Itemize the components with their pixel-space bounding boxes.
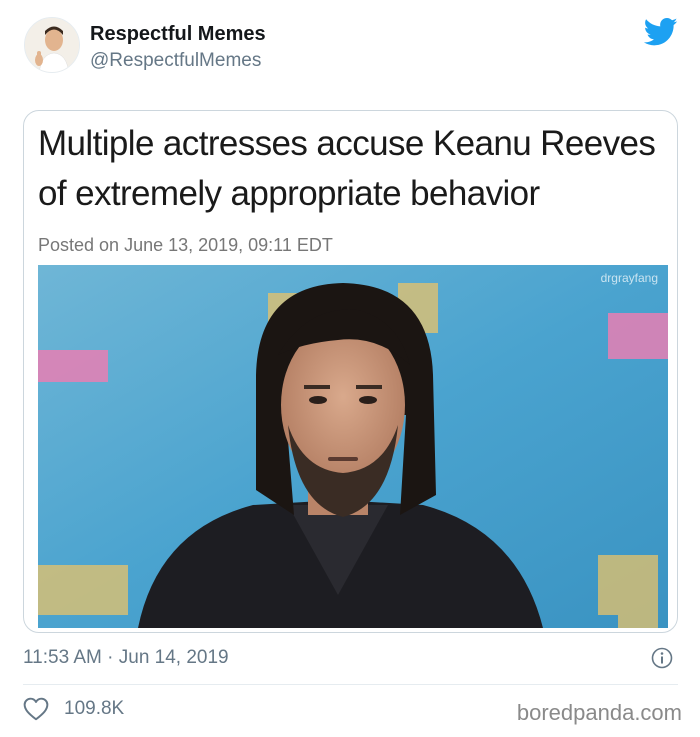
divider <box>23 684 678 685</box>
source-credit: boredpanda.com <box>516 700 682 725</box>
photo-watermark: drgrayfang <box>600 271 658 285</box>
posted-date: Posted on June 13, 2019, 09:11 EDT <box>38 235 333 255</box>
author-name[interactable]: Respectful Memes <box>90 23 266 46</box>
article-photo[interactable]: drgrayfang <box>38 265 668 628</box>
article-headline: Multiple actresses accuse Keanu Reeves o… <box>38 124 656 213</box>
twitter-bird-icon[interactable] <box>644 17 678 47</box>
tweet: Respectful Memes @RespectfulMemes Multip… <box>0 0 700 737</box>
media-card[interactable]: Multiple actresses accuse Keanu Reeves o… <box>23 110 678 633</box>
heart-icon <box>23 697 49 721</box>
avatar[interactable] <box>24 17 80 73</box>
like-count: 109.8K <box>64 698 125 719</box>
keanu-photo <box>38 265 668 628</box>
info-icon[interactable] <box>651 647 673 669</box>
avatar-image <box>25 18 79 72</box>
like-button[interactable]: 109.8K <box>23 697 124 721</box>
tweet-timestamp[interactable]: 11:53 AM · Jun 14, 2019 <box>23 647 229 669</box>
author-handle[interactable]: @RespectfulMemes <box>90 50 261 72</box>
